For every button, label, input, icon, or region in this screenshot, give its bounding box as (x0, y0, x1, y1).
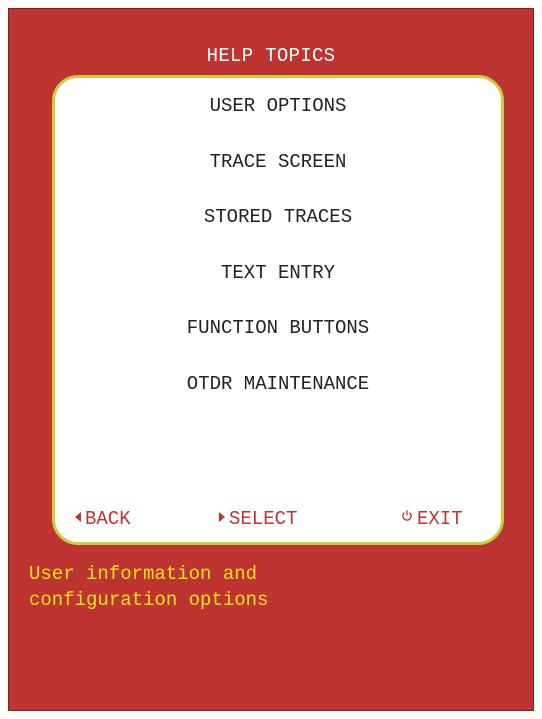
menu-item-user-options[interactable]: USER OPTIONS (55, 93, 501, 119)
triangle-left-icon (75, 511, 81, 522)
menu-item-trace-screen[interactable]: TRACE SCREEN (55, 149, 501, 175)
page-title: HELP TOPICS (206, 45, 336, 67)
menu-item-text-entry[interactable]: TEXT ENTRY (55, 260, 501, 286)
menu-item-function-buttons[interactable]: FUNCTION BUTTONS (55, 315, 501, 341)
description-line-2: configuration options (29, 589, 269, 611)
exit-button[interactable]: EXIT (401, 506, 463, 532)
help-topics-panel: USER OPTIONS TRACE SCREEN STORED TRACES … (52, 75, 504, 545)
back-button[interactable]: BACK (75, 506, 131, 532)
triangle-right-icon (219, 511, 225, 522)
menu-item-otdr-maintenance[interactable]: OTDR MAINTENANCE (55, 371, 501, 397)
topic-description: User information and configuration optio… (29, 561, 509, 613)
select-label: SELECT (229, 508, 298, 530)
power-icon (401, 506, 413, 532)
menu-item-stored-traces[interactable]: STORED TRACES (55, 204, 501, 230)
exit-label: EXIT (417, 508, 463, 531)
back-label: BACK (85, 508, 131, 530)
select-button[interactable]: SELECT (219, 506, 297, 532)
help-screen: HELP TOPICS USER OPTIONS TRACE SCREEN ST… (8, 8, 534, 711)
description-line-1: User information and (29, 563, 258, 585)
